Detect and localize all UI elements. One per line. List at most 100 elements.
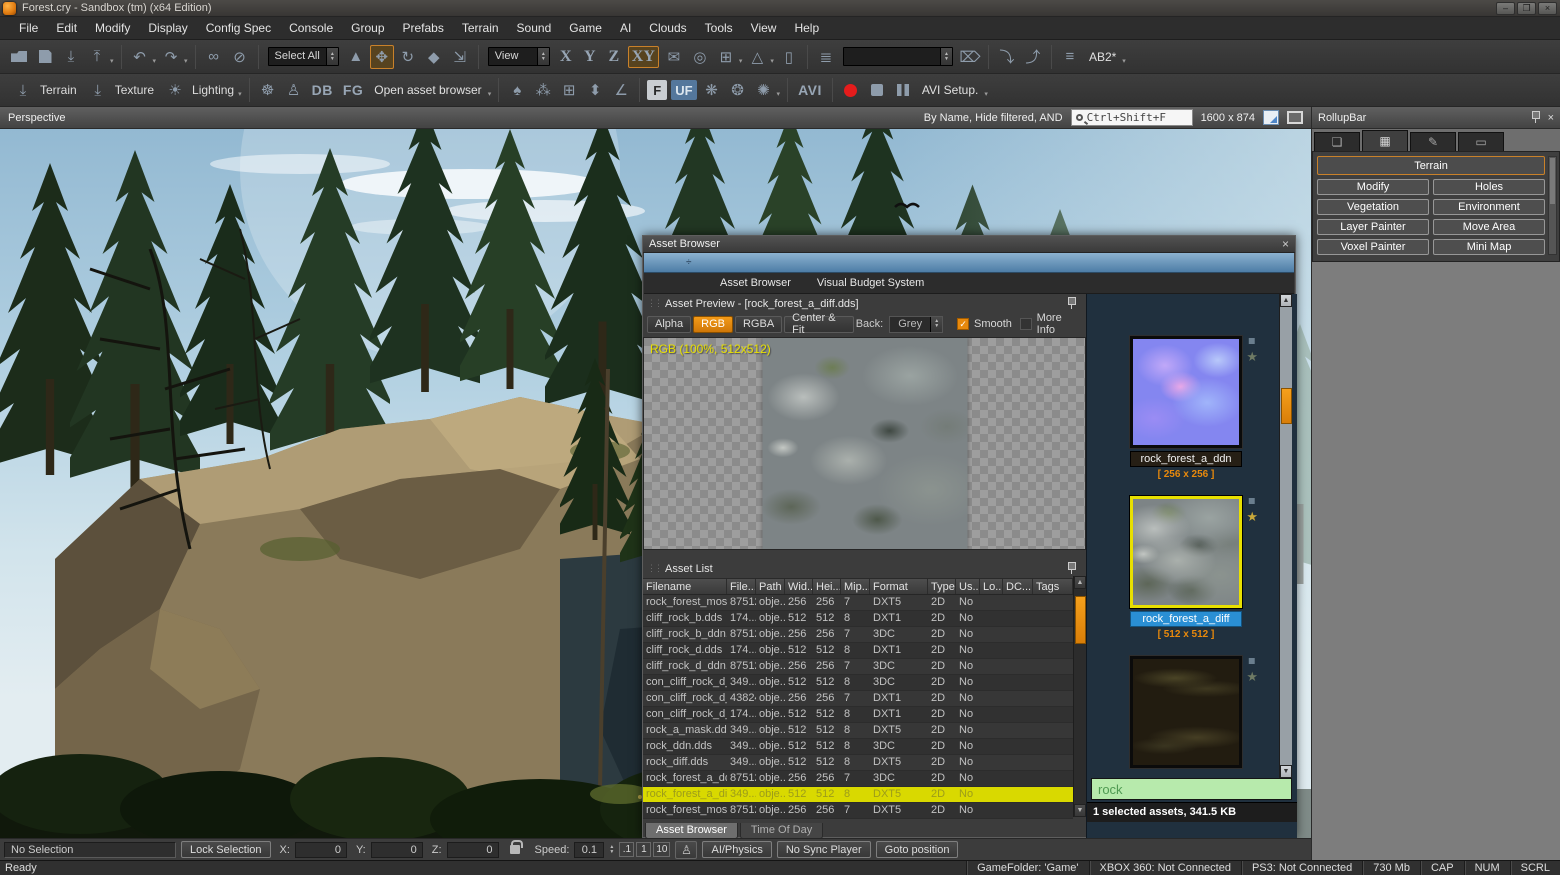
scroll-up-icon[interactable]: ▲ — [1074, 576, 1086, 589]
menu-game[interactable]: Game — [560, 17, 611, 40]
table-row[interactable]: con_cliff_rock_d_...174...obje...5125128… — [643, 707, 1073, 723]
save-to-layer-icon[interactable]: ⤵ — [995, 45, 1019, 69]
channel-button-alpha[interactable]: Alpha — [647, 316, 691, 333]
menu-view[interactable]: View — [742, 17, 786, 40]
menu-display[interactable]: Display — [139, 17, 196, 40]
layers-icon[interactable]: ≡ — [1058, 45, 1082, 69]
restore-button[interactable]: ❐ — [1517, 2, 1536, 15]
menu-edit[interactable]: Edit — [47, 17, 86, 40]
rollup-button-layer-painter[interactable]: Layer Painter — [1317, 219, 1429, 235]
menu-terrain[interactable]: Terrain — [453, 17, 508, 40]
preview-texture-image[interactable] — [762, 338, 967, 549]
thumbnail-image[interactable] — [1133, 499, 1239, 605]
unlink-icon[interactable]: ⊘ — [228, 45, 252, 69]
rollup-button-mini-map[interactable]: Mini Map — [1433, 239, 1545, 255]
asset-preview-area[interactable]: RGB (100%, 512x512) — [643, 337, 1086, 550]
spinner-icon[interactable]: ▲▼ — [326, 48, 338, 65]
menu-file[interactable]: File — [10, 17, 47, 40]
rotate-tool-icon[interactable]: ↻ — [396, 45, 420, 69]
menu-tools[interactable]: Tools — [696, 17, 742, 40]
speed-spinner[interactable]: ▲▼ — [609, 845, 614, 855]
avi-setup-button[interactable]: AVI Setup. — [922, 83, 978, 97]
open-asset-browser-button[interactable]: Open asset browser — [374, 83, 481, 97]
move-tool-icon[interactable]: ✥ — [370, 45, 394, 69]
favorite-star-icon[interactable]: ★ — [1246, 669, 1258, 685]
scroll-down-icon[interactable]: ▼ — [1280, 765, 1292, 778]
rollup-button-holes[interactable]: Holes — [1433, 179, 1545, 195]
column-header[interactable]: Wid... — [785, 579, 813, 594]
column-header[interactable]: Path — [756, 579, 785, 594]
chevron-down-icon[interactable]: ▾ — [488, 90, 492, 98]
spinner-icon[interactable]: ▲▼ — [940, 48, 952, 65]
flowgraph-button[interactable]: FG — [343, 82, 363, 98]
column-header[interactable]: Lo... — [980, 579, 1003, 594]
column-header[interactable]: Tags — [1033, 579, 1073, 594]
chevron-down-icon[interactable]: ▾ — [1122, 57, 1126, 65]
grid-snap-icon[interactable]: ⊞ — [714, 45, 738, 69]
chevron-down-icon[interactable]: ▾ — [984, 90, 988, 98]
table-row[interactable]: rock_forest_moss...87512obje...2562567DX… — [643, 803, 1073, 819]
import-file-icon[interactable]: ⤒ — [85, 45, 109, 69]
close-button[interactable]: × — [1538, 2, 1557, 15]
asset-browser-titlebar[interactable]: Asset Browser × — [643, 236, 1295, 253]
rollup-button-environment[interactable]: Environment — [1433, 199, 1545, 215]
scale-tool-icon[interactable]: ◆ — [422, 45, 446, 69]
channel-button-rgba[interactable]: RGBA — [735, 316, 782, 333]
character-icon[interactable]: ♙ — [282, 78, 306, 102]
column-header[interactable]: Filename — [643, 579, 727, 594]
pin-icon[interactable] — [1531, 111, 1540, 124]
angle-snap-icon[interactable]: △ — [745, 45, 769, 69]
viewport-header[interactable]: Perspective By Name, Hide filtered, AND … — [0, 107, 1311, 129]
physics-sim-icon-3[interactable]: ✺ — [752, 78, 776, 102]
chevron-down-icon[interactable]: ÷ — [686, 257, 692, 268]
table-row[interactable]: rock_diff.dds349...obje...5125128DXT52DN… — [643, 755, 1073, 771]
asset-thumbnail[interactable]: ◆★ — [1130, 656, 1242, 768]
current-layer-label[interactable]: AB2* — [1089, 50, 1116, 64]
spinner-icon[interactable]: ▲▼ — [537, 48, 549, 65]
asset-preview-header[interactable]: ⋮⋮ Asset Preview - [rock_forest_a_diff.d… — [643, 294, 1086, 313]
table-row[interactable]: cliff_rock_b.dds174...obje...5125128DXT1… — [643, 611, 1073, 627]
tag-icon[interactable]: ◆ — [1245, 493, 1260, 508]
open-file-icon[interactable] — [7, 45, 31, 69]
asset-list-header[interactable]: ⋮⋮ Asset List — [643, 559, 1086, 578]
asset-table[interactable]: rock_forest_moss...87512obje...2562567DX… — [643, 595, 1073, 819]
pause-button[interactable] — [891, 78, 915, 102]
asset-list-scrollbar[interactable]: ▲ ▼ — [1073, 576, 1086, 817]
view-select[interactable]: View▲▼ — [488, 47, 550, 66]
lighting-button[interactable]: ☀Lighting — [162, 78, 234, 102]
thumbnail-name[interactable]: rock_forest_a_ddn — [1130, 451, 1242, 467]
asset-thumbnail[interactable]: ◆★rock_forest_a_ddn[ 256 x 256 ] — [1130, 336, 1242, 480]
filter-mode-label[interactable]: By Name, Hide filtered, AND — [924, 112, 1063, 124]
y-coordinate-field[interactable]: 0 — [371, 842, 423, 858]
close-icon[interactable]: × — [1548, 112, 1554, 124]
z-coordinate-field[interactable]: 0 — [447, 842, 499, 858]
tab-visual-budget-system[interactable]: Visual Budget System — [817, 277, 924, 289]
rollup-display-tab[interactable]: ▭ — [1458, 132, 1504, 151]
menu-sound[interactable]: Sound — [508, 17, 561, 40]
thumbnail-image[interactable] — [1133, 659, 1239, 765]
rollup-button-move-area[interactable]: Move Area — [1433, 219, 1545, 235]
monitor-icon[interactable] — [1287, 111, 1303, 124]
menu-modify[interactable]: Modify — [86, 17, 139, 40]
object-height-icon[interactable]: ⬍ — [583, 78, 607, 102]
scroll-down-icon[interactable]: ▼ — [1074, 804, 1086, 817]
delete-selection-icon[interactable]: ⌦ — [958, 45, 982, 69]
export-file-icon[interactable]: ⤓ — [59, 45, 83, 69]
favorite-star-icon[interactable]: ★ — [1246, 349, 1258, 365]
chevron-down-icon[interactable]: ▾ — [777, 90, 781, 98]
f-button[interactable]: F — [647, 80, 667, 100]
background-color-select[interactable]: Grey ▲▼ — [889, 316, 943, 333]
tag-icon[interactable]: ◆ — [1245, 333, 1260, 348]
rollup-objects-tab[interactable]: ❏ — [1314, 132, 1360, 151]
minimize-button[interactable]: – — [1496, 2, 1515, 15]
table-row[interactable]: rock_forest_a_ddn...87512obje...25625673… — [643, 771, 1073, 787]
lock-axis-icon[interactable] — [510, 845, 520, 854]
chevron-down-icon[interactable]: ▾ — [739, 57, 743, 65]
panel-grip[interactable]: ⋮⋮ — [647, 298, 661, 309]
link-icon[interactable]: ∞ — [202, 45, 226, 69]
asset-table-header[interactable]: FilenameFile...PathWid...Hei...Mip...For… — [643, 578, 1073, 595]
resolution-icon[interactable] — [1263, 110, 1279, 125]
column-header[interactable]: File... — [727, 579, 756, 594]
panel-grip[interactable]: ⋮⋮ — [647, 563, 661, 574]
column-header[interactable]: Format — [870, 579, 928, 594]
